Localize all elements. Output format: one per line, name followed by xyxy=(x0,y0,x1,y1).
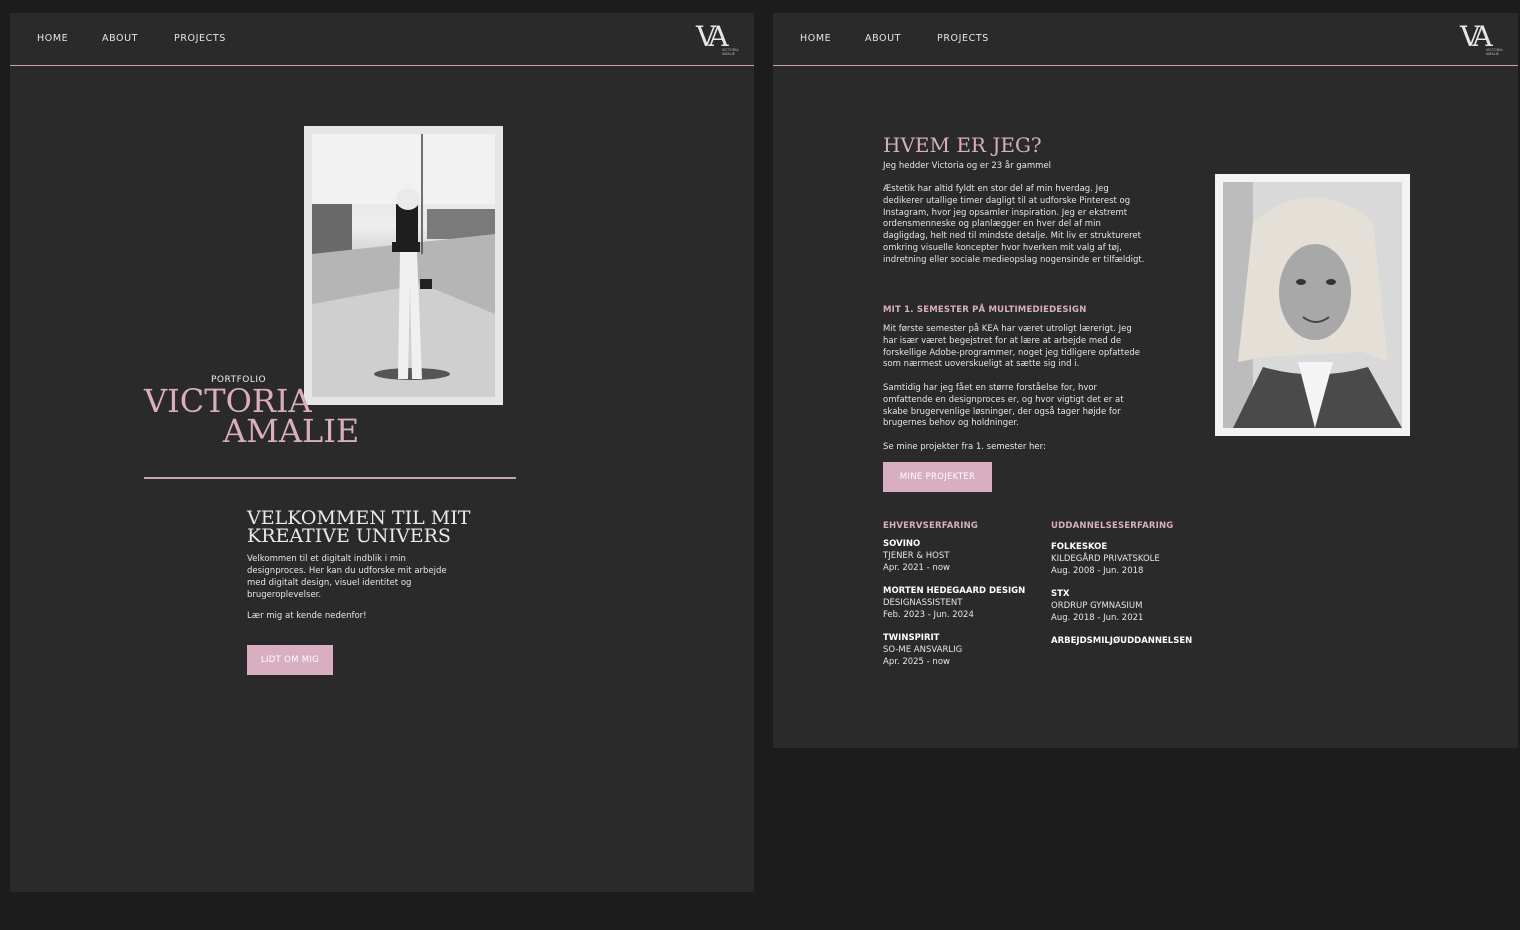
divider-line xyxy=(144,477,516,479)
about-paragraph-aesthetics: Æstetik har altid fyldt en stor del af m… xyxy=(883,184,1145,265)
education-title: STX xyxy=(1051,589,1070,599)
semester-heading: MIT 1. SEMESTER PÅ MULTIMEDIEDESIGN xyxy=(883,305,1087,315)
education-item: STX ORDRUP GYMNASIUM Aug. 2018 - Jun. 20… xyxy=(1051,589,1143,624)
nav-about-link[interactable]: ABOUT xyxy=(865,33,901,44)
about-page-artboard: HOME ABOUT PROJECTS VA VICTORIA AMALIE H… xyxy=(773,13,1518,748)
education-title: ARBEJDSMILJØUDDANNELSEN xyxy=(1051,636,1193,646)
about-paragraph-semester: Mit første semester på KEA har været utr… xyxy=(883,324,1140,370)
home-page-artboard: HOME ABOUT PROJECTS VA VICTORIA AMALIE P… xyxy=(10,13,754,892)
education-item: FOLKESKOE KILDEGÅRD PRIVATSKOLE Aug. 200… xyxy=(1051,542,1160,577)
about-heading: HVEM ER JEG? xyxy=(883,133,1042,157)
experience-title: TWINSPIRIT xyxy=(883,633,940,643)
experience-role: DESIGNASSISTENT xyxy=(883,597,963,608)
experience-item: TWINSPIRIT SO-ME ANSVARLIG Apr. 2025 - n… xyxy=(883,633,962,668)
portrait-photo xyxy=(1215,174,1410,436)
welcome-heading: VELKOMMEN TIL MIT KREATIVE UNIVERS xyxy=(247,507,471,547)
experience-role: SO-ME ANSVARLIG xyxy=(883,644,963,655)
va-logo[interactable]: VA VICTORIA AMALIE xyxy=(696,21,740,57)
experience-period: Apr. 2025 - now xyxy=(883,656,950,667)
top-nav: HOME ABOUT PROJECTS VA VICTORIA AMALIE xyxy=(10,13,754,66)
about-intro: Jeg hedder Victoria og er 23 år gammel xyxy=(883,161,1052,171)
nav-projects-link[interactable]: PROJECTS xyxy=(174,33,226,44)
welcome-cta-text: Lær mig at kende nedenfor! xyxy=(247,611,367,621)
experience-title: MORTEN HEDEGAARD DESIGN xyxy=(883,586,1026,596)
experience-item: MORTEN HEDEGAARD DESIGN DESIGNASSISTENT … xyxy=(883,586,1025,621)
portrait-photo-image xyxy=(1223,182,1402,428)
logo-subtext: VICTORIA AMALIE xyxy=(1486,48,1503,56)
va-logo[interactable]: VA VICTORIA AMALIE xyxy=(1460,21,1504,57)
education-item: ARBEJDSMILJØUDDANNELSEN xyxy=(1051,636,1192,648)
logo-mark: VA xyxy=(1460,20,1492,53)
top-nav: HOME ABOUT PROJECTS VA VICTORIA AMALIE xyxy=(773,13,1518,66)
nav-home-link[interactable]: HOME xyxy=(800,33,831,44)
experience-item: SOVINO TJENER & HOST Apr. 2021 - now xyxy=(883,539,950,574)
about-me-button[interactable]: LIDT OM MIG xyxy=(247,645,333,675)
experience-heading: EHVERVSERFARING xyxy=(883,521,979,531)
education-title: FOLKESKOE xyxy=(1051,542,1108,552)
experience-role: TJENER & HOST xyxy=(883,550,950,561)
experience-period: Apr. 2021 - now xyxy=(883,562,950,573)
experience-period: Feb. 2023 - Jun. 2024 xyxy=(883,609,974,620)
nav-projects-link[interactable]: PROJECTS xyxy=(937,33,989,44)
name-last: AMALIE xyxy=(223,412,360,450)
projects-prompt: Se mine projekter fra 1. semester her: xyxy=(883,442,1046,452)
my-projects-button[interactable]: MINE PROJEKTER xyxy=(883,462,992,492)
hero-photo xyxy=(304,126,503,405)
education-school: KILDEGÅRD PRIVATSKOLE xyxy=(1051,553,1160,564)
education-period: Aug. 2008 - Jun. 2018 xyxy=(1051,565,1144,576)
nav-home-link[interactable]: HOME xyxy=(37,33,68,44)
education-school: ORDRUP GYMNASIUM xyxy=(1051,600,1143,611)
about-paragraph-process: Samtidig har jeg fået en større forståel… xyxy=(883,383,1124,429)
welcome-text: Velkommen til et digitalt indblik i min … xyxy=(247,554,447,600)
logo-mark: VA xyxy=(696,20,728,53)
hero-photo-image xyxy=(312,134,495,397)
logo-subtext: VICTORIA AMALIE xyxy=(722,48,739,56)
experience-title: SOVINO xyxy=(883,539,921,549)
education-heading: UDDANNELSESERFARING xyxy=(1051,521,1174,531)
nav-about-link[interactable]: ABOUT xyxy=(102,33,138,44)
education-period: Aug. 2018 - Jun. 2021 xyxy=(1051,612,1144,623)
